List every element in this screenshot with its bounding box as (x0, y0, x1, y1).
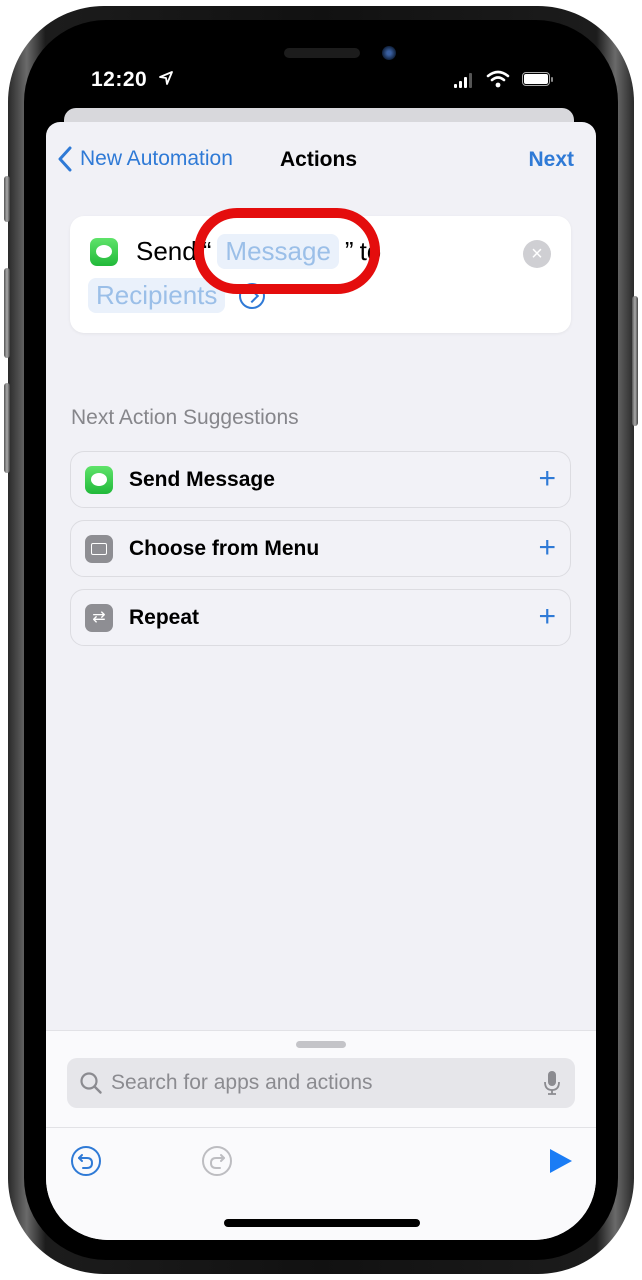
suggestions-list: Send Message + Choose from Menu + ⇄ Repe… (70, 451, 571, 658)
redo-icon[interactable] (201, 1145, 233, 1177)
home-indicator[interactable] (224, 1219, 420, 1227)
suggestions-header: Next Action Suggestions (71, 406, 299, 429)
volume-up-button (4, 268, 10, 358)
play-icon[interactable] (548, 1147, 574, 1175)
search-placeholder: Search for apps and actions (111, 1071, 373, 1094)
actions-sheet: New Automation Actions Next Send “ Messa… (46, 122, 596, 1240)
search-icon (80, 1072, 102, 1094)
status-time: 12:20 (91, 68, 148, 91)
battery-icon (522, 72, 553, 86)
wifi-icon (486, 69, 510, 94)
back-label: New Automation (80, 147, 233, 170)
suggestion-choose-from-menu[interactable]: Choose from Menu + (70, 520, 571, 577)
expand-options-icon[interactable] (239, 282, 266, 309)
messages-icon (90, 238, 118, 266)
suggestion-repeat[interactable]: ⇄ Repeat + (70, 589, 571, 646)
search-input[interactable]: Search for apps and actions (67, 1058, 575, 1108)
cellular-signal-icon (454, 72, 472, 88)
messages-icon (85, 465, 113, 494)
earpiece-speaker (284, 48, 360, 58)
menu-icon (85, 534, 113, 563)
recipients-row: Recipients (88, 278, 266, 313)
action-verb: Send (136, 236, 197, 266)
page-title: Actions (280, 148, 358, 171)
suggestion-label: Choose from Menu (129, 536, 320, 560)
suggestion-label: Send Message (129, 467, 275, 491)
remove-action-button[interactable]: × (523, 240, 551, 268)
microphone-icon[interactable] (543, 1070, 561, 1096)
add-icon[interactable]: + (538, 533, 556, 563)
send-message-action-card: Send “ Message ” to Recipients × (70, 216, 571, 333)
close-quote: ” (344, 236, 354, 266)
navigation-bar: New Automation Actions Next (46, 144, 596, 180)
message-parameter[interactable]: Message (217, 234, 339, 269)
next-button[interactable]: Next (528, 148, 574, 172)
recipients-parameter[interactable]: Recipients (88, 278, 226, 313)
volume-down-button (4, 383, 10, 473)
location-arrow-icon (158, 70, 174, 90)
repeat-icon: ⇄ (85, 603, 113, 632)
suggestion-send-message[interactable]: Send Message + (70, 451, 571, 508)
silent-switch (4, 176, 10, 222)
suggestion-label: Repeat (129, 605, 200, 629)
undo-icon[interactable] (70, 1145, 102, 1177)
open-quote: “ (202, 236, 212, 266)
action-sentence: Send “ Message ” to (136, 234, 381, 269)
front-camera (382, 46, 396, 60)
chevron-left-icon (58, 146, 72, 172)
connector-text: to (359, 236, 382, 266)
add-icon[interactable]: + (538, 464, 556, 494)
power-button (632, 296, 638, 426)
back-button[interactable]: New Automation (58, 146, 233, 172)
add-icon[interactable]: + (538, 602, 556, 632)
bottom-panel: Search for apps and actions (46, 1030, 596, 1240)
status-bar: 12:20 (46, 60, 596, 100)
drag-handle[interactable] (296, 1041, 346, 1048)
toolbar-divider (46, 1127, 596, 1128)
